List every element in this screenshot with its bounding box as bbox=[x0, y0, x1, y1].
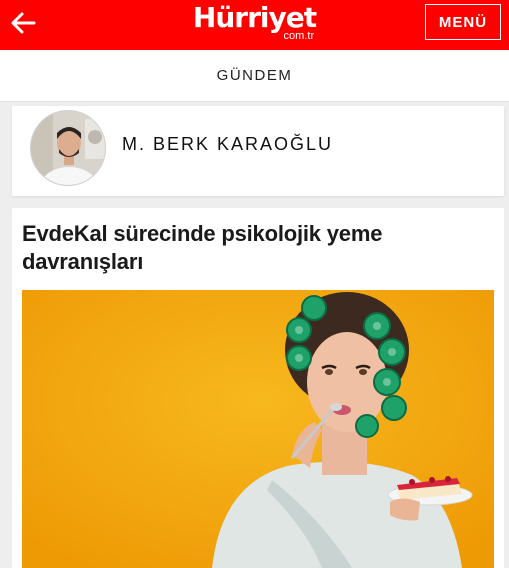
section-title: GÜNDEM bbox=[0, 50, 509, 102]
article-image[interactable] bbox=[22, 290, 494, 568]
avatar[interactable] bbox=[30, 110, 106, 186]
menu-button[interactable]: MENÜ bbox=[425, 4, 501, 40]
author-name[interactable]: M. BERK KARAOĞLU bbox=[122, 134, 333, 155]
top-header: Hürriyet com.tr MENÜ bbox=[0, 0, 509, 50]
author-photo bbox=[31, 111, 105, 185]
article-card[interactable]: EvdeKal sürecinde psikolojik yeme davran… bbox=[12, 208, 504, 568]
article-title[interactable]: EvdeKal sürecinde psikolojik yeme davran… bbox=[22, 220, 462, 276]
author-card[interactable]: M. BERK KARAOĞLU bbox=[12, 106, 504, 196]
logo-text: Hürriyet com.tr bbox=[193, 2, 317, 43]
logo-subtext: com.tr bbox=[283, 30, 315, 42]
article-photo bbox=[22, 290, 494, 568]
